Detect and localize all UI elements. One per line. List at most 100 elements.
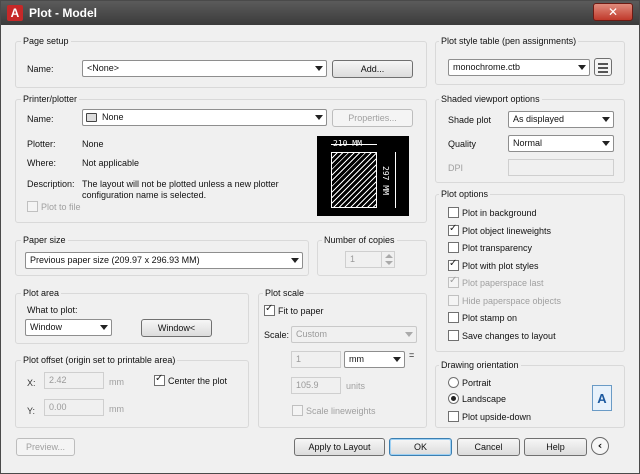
title-bar[interactable]: A Plot - Model ✕ (1, 1, 639, 25)
ok-button[interactable]: OK (389, 438, 452, 456)
plot-option-label: Plot transparency (462, 243, 533, 253)
scale-units-label: units (346, 381, 366, 391)
properties-button[interactable]: Properties... (332, 109, 413, 127)
copies-value: 1 (350, 254, 356, 264)
cancel-button[interactable]: Cancel (457, 438, 520, 456)
paper-preview: 210 MM 297 MM (317, 136, 409, 216)
preview-height-label: 297 MM (381, 166, 390, 195)
printer-plotter-heading: Printer/plotter (21, 94, 80, 104)
where-value: Not applicable (82, 158, 140, 168)
printer-name-select[interactable]: None (82, 109, 327, 126)
plot-style-table-select[interactable]: monochrome.ctb (448, 59, 590, 76)
plot-option-checkbox[interactable] (448, 242, 459, 253)
landscape-radio[interactable] (448, 393, 459, 404)
offset-x-input[interactable]: 2.42 (44, 372, 104, 389)
close-button[interactable]: ✕ (593, 3, 633, 21)
plot-option-checkbox[interactable] (448, 312, 459, 323)
scale-numerator-input[interactable]: 1 (291, 351, 341, 368)
plot-to-file-label: Plot to file (41, 202, 81, 212)
quality-select[interactable]: Normal (508, 135, 614, 152)
chevron-down-icon (100, 325, 108, 330)
plot-style-table-heading: Plot style table (pen assignments) (439, 36, 579, 46)
drawing-orientation-heading: Drawing orientation (439, 360, 521, 370)
plotter-value: None (82, 139, 104, 149)
shaded-viewport-heading: Shaded viewport options (439, 94, 542, 104)
dpi-input[interactable] (508, 159, 614, 176)
preview-button[interactable]: Preview... (16, 438, 75, 456)
quality-value: Normal (513, 138, 543, 148)
plot-option-label: Plot in background (462, 208, 537, 218)
fit-to-paper-label: Fit to paper (278, 306, 324, 316)
paper-size-select[interactable]: Previous paper size (209.97 x 296.93 MM) (25, 252, 303, 269)
scale-select[interactable]: Custom (291, 326, 417, 343)
plot-upside-down-checkbox[interactable] (448, 411, 459, 422)
plot-option-checkbox[interactable] (448, 207, 459, 218)
plotter-label: Plotter: (27, 139, 56, 149)
page-setup-name-select[interactable]: <None> (82, 60, 327, 77)
fit-to-paper-checkbox[interactable] (264, 303, 275, 316)
autocad-app-icon: A (7, 5, 23, 21)
quality-label: Quality (448, 139, 477, 149)
add-page-setup-button[interactable]: Add... (332, 60, 413, 78)
chevron-down-icon (291, 258, 299, 263)
what-to-plot-label: What to plot: (27, 305, 78, 315)
page-setup-name-value: <None> (87, 63, 120, 73)
collapse-options-button[interactable]: ‹ (591, 437, 609, 455)
plot-option-checkbox[interactable] (448, 258, 459, 271)
chevron-down-icon (405, 332, 413, 337)
plot-option-label: Plot object lineweights (462, 226, 552, 236)
orientation-preview-icon: A (592, 385, 612, 411)
plot-dialog: A Plot - Model ✕ Page setup Name: <None>… (0, 0, 640, 474)
edit-plot-style-icon[interactable] (594, 58, 612, 76)
copies-heading: Number of copies (322, 235, 397, 245)
description-line-1: The layout will not be plotted unless a … (82, 179, 279, 189)
scale-unit-select[interactable]: mm (344, 351, 405, 368)
offset-y-unit: mm (109, 404, 124, 414)
landscape-label: Landscape (462, 394, 507, 404)
scale-value: Custom (296, 329, 328, 339)
preview-paper (331, 152, 377, 208)
apply-to-layout-button[interactable]: Apply to Layout (294, 438, 385, 456)
window-title: Plot - Model (29, 6, 97, 20)
scale-units-input[interactable]: 105.9 (291, 377, 341, 394)
what-to-plot-value: Window (30, 322, 63, 332)
plot-option-checkbox[interactable] (448, 223, 459, 236)
what-to-plot-select[interactable]: Window (25, 319, 112, 336)
scale-lineweights-label: Scale lineweights (306, 406, 376, 416)
chevron-down-icon (315, 115, 323, 120)
plot-option-checkbox[interactable] (448, 295, 459, 306)
plot-option-checkbox[interactable] (448, 330, 459, 341)
copies-spinner[interactable] (381, 251, 395, 268)
offset-y-value: 0.00 (49, 402, 67, 412)
plot-area-heading: Plot area (21, 288, 62, 298)
portrait-radio[interactable] (448, 377, 459, 388)
window-pick-button[interactable]: Window< (141, 319, 212, 337)
shade-plot-select[interactable]: As displayed (508, 111, 614, 128)
plot-option-label: Hide paperspace objects (462, 296, 562, 306)
scale-label: Scale: (264, 330, 290, 340)
offset-y-input[interactable]: 0.00 (44, 399, 104, 416)
plot-option-checkbox[interactable] (448, 275, 459, 288)
chevron-down-icon (315, 66, 323, 71)
chevron-down-icon (578, 65, 586, 70)
plot-scale-heading: Plot scale (263, 288, 307, 298)
printer-icon (86, 113, 97, 122)
shade-plot-value: As displayed (513, 114, 565, 124)
dpi-label: DPI (448, 163, 464, 173)
plot-style-table-value: monochrome.ctb (453, 62, 521, 72)
preview-height-line (395, 152, 396, 208)
help-button[interactable]: Help (524, 438, 587, 456)
description-line-2: configuration name is selected. (82, 190, 207, 200)
plot-option-label: Plot paperspace last (462, 278, 544, 288)
scale-unit-value: mm (349, 354, 364, 364)
scale-numerator-value: 1 (296, 354, 302, 364)
plot-to-file-checkbox[interactable] (27, 201, 38, 212)
plot-upside-down-label: Plot upside-down (462, 412, 532, 422)
portrait-label: Portrait (462, 378, 492, 388)
plot-options-heading: Plot options (439, 189, 491, 199)
plot-option-label: Save changes to layout (462, 331, 556, 341)
center-plot-label: Center the plot (168, 376, 228, 386)
scale-lineweights-checkbox[interactable] (292, 405, 303, 416)
center-plot-checkbox[interactable] (154, 373, 165, 386)
plot-option-label: Plot with plot styles (462, 261, 539, 271)
